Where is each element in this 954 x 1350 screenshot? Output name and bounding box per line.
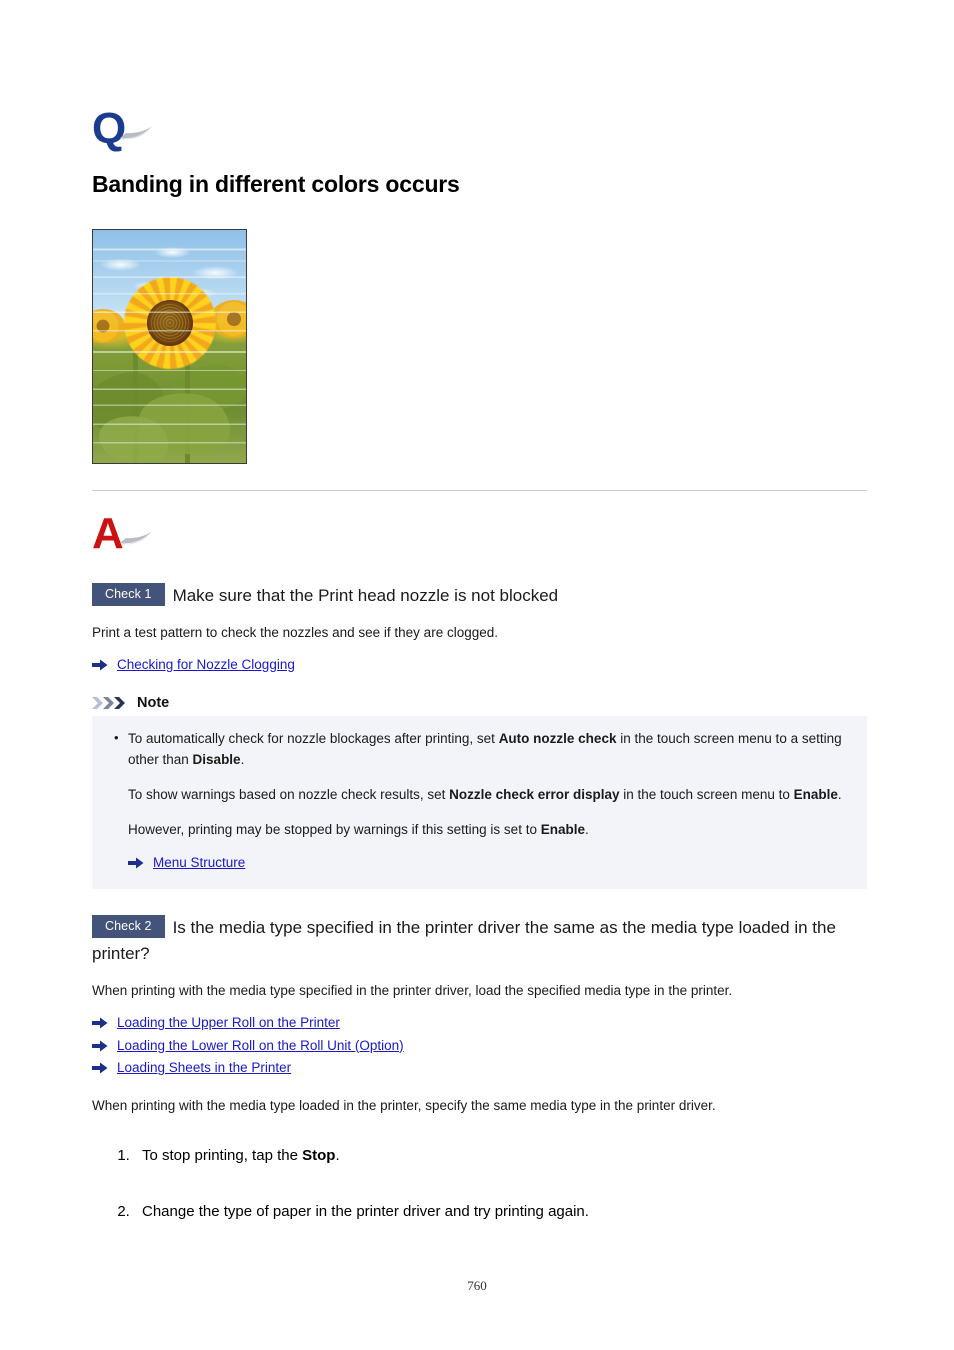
check-1-heading: Check 1 Make sure that the Print head noz… bbox=[92, 582, 867, 609]
link-menu-structure[interactable]: Menu Structure bbox=[153, 853, 245, 873]
image-sunflower-disc bbox=[146, 299, 193, 346]
note-para2-text-3: . bbox=[837, 787, 842, 803]
note-bullet-bold-2: Disable bbox=[192, 752, 241, 768]
link-loading-lower-roll[interactable]: Loading the Lower Roll on the Roll Unit … bbox=[117, 1036, 404, 1056]
page-title: Banding in different colors occurs bbox=[92, 171, 460, 197]
step-1-text-1: To stop printing, tap the bbox=[142, 1146, 303, 1164]
sunflower-banding-image bbox=[92, 228, 247, 464]
check-1-badge: Check 1 bbox=[92, 582, 165, 607]
note-para2-bold-2: Enable bbox=[793, 787, 838, 803]
note-bullet-text-1: To automatically check for nozzle blocka… bbox=[128, 730, 499, 746]
document-page: Q Banding in different colors occurs A C… bbox=[0, 0, 954, 1350]
link-row[interactable]: Loading the Upper Roll on the Printer bbox=[92, 1013, 867, 1033]
link-loading-upper-roll[interactable]: Loading the Upper Roll on the Printer bbox=[117, 1013, 340, 1033]
arrow-right-icon bbox=[92, 1040, 108, 1052]
arrow-right-icon bbox=[92, 1062, 108, 1074]
note-box: To automatically check for nozzle blocka… bbox=[92, 715, 867, 889]
link-row[interactable]: Menu Structure bbox=[128, 853, 847, 873]
image-sunflower-main bbox=[123, 276, 216, 369]
note-list: To automatically check for nozzle blocka… bbox=[112, 727, 847, 772]
link-row[interactable]: Loading the Lower Roll on the Roll Unit … bbox=[92, 1036, 867, 1056]
note-para3-text-1: However, printing may be stopped by warn… bbox=[128, 822, 541, 838]
step-item: Change the type of paper in the printer … bbox=[134, 1201, 867, 1224]
check-1-section: Check 1 Make sure that the Print head noz… bbox=[92, 582, 867, 675]
check-2-section: Check 2 Is the media type specified in th… bbox=[92, 914, 867, 1224]
section-divider bbox=[92, 489, 867, 491]
arrow-right-icon bbox=[128, 857, 144, 869]
note-chevrons-icon bbox=[92, 696, 130, 710]
page-content: Q Banding in different colors occurs A C… bbox=[92, 106, 867, 1224]
check-2-body: When printing with the media type specif… bbox=[92, 983, 733, 999]
note-header: Note bbox=[92, 695, 867, 711]
step-1-bold-1: Stop bbox=[302, 1146, 336, 1164]
arrow-right-icon bbox=[92, 1017, 108, 1029]
note-bullet-item: To automatically check for nozzle blocka… bbox=[112, 727, 847, 772]
link-row[interactable]: Checking for Nozzle Clogging bbox=[92, 655, 867, 675]
step-1-text-2: . bbox=[335, 1146, 340, 1164]
page-number: 760 bbox=[467, 1278, 487, 1293]
step-item: To stop printing, tap the Stop. bbox=[134, 1145, 867, 1168]
note-para2-bold-1: Nozzle check error display bbox=[449, 787, 620, 803]
steps-list: To stop printing, tap the Stop. Change t… bbox=[92, 1145, 867, 1224]
note-label: Note bbox=[137, 694, 170, 711]
note-bullet-text-3: . bbox=[240, 752, 245, 768]
check-1-heading-text: Make sure that the Print head nozzle is … bbox=[172, 585, 559, 605]
note-para2-text-1: To show warnings based on nozzle check r… bbox=[128, 787, 450, 803]
check-2-heading-text: Is the media type specified in the print… bbox=[92, 917, 836, 963]
question-icon-swoosh bbox=[120, 124, 154, 140]
answer-icon-swoosh bbox=[120, 528, 154, 545]
note-para3-text-2: . bbox=[584, 822, 589, 838]
question-icon: Q bbox=[92, 106, 156, 156]
link-checking-for-nozzle-clogging[interactable]: Checking for Nozzle Clogging bbox=[117, 655, 295, 675]
note-paragraph-2: To show warnings based on nozzle check r… bbox=[128, 784, 847, 806]
check-1-body: Print a test pattern to check the nozzle… bbox=[92, 625, 498, 641]
note-para3-bold-1: Enable bbox=[540, 822, 585, 838]
note-paragraph-3: However, printing may be stopped by warn… bbox=[128, 819, 847, 841]
link-loading-sheets[interactable]: Loading Sheets in the Printer bbox=[117, 1058, 291, 1078]
check-2-heading: Check 2 Is the media type specified in th… bbox=[92, 914, 867, 968]
check-2-badge: Check 2 bbox=[92, 914, 165, 939]
step-2-text-1: Change the type of paper in the printer … bbox=[142, 1203, 589, 1221]
answer-icon: A bbox=[92, 510, 156, 561]
link-row[interactable]: Loading Sheets in the Printer bbox=[92, 1058, 867, 1078]
arrow-right-icon bbox=[92, 659, 108, 671]
note-bullet-bold-1: Auto nozzle check bbox=[498, 730, 617, 746]
check-2-body-2: When printing with the media type loaded… bbox=[92, 1097, 716, 1113]
image-sunflower-right bbox=[210, 299, 246, 338]
note-para2-text-2: in the touch screen menu to bbox=[619, 787, 794, 803]
